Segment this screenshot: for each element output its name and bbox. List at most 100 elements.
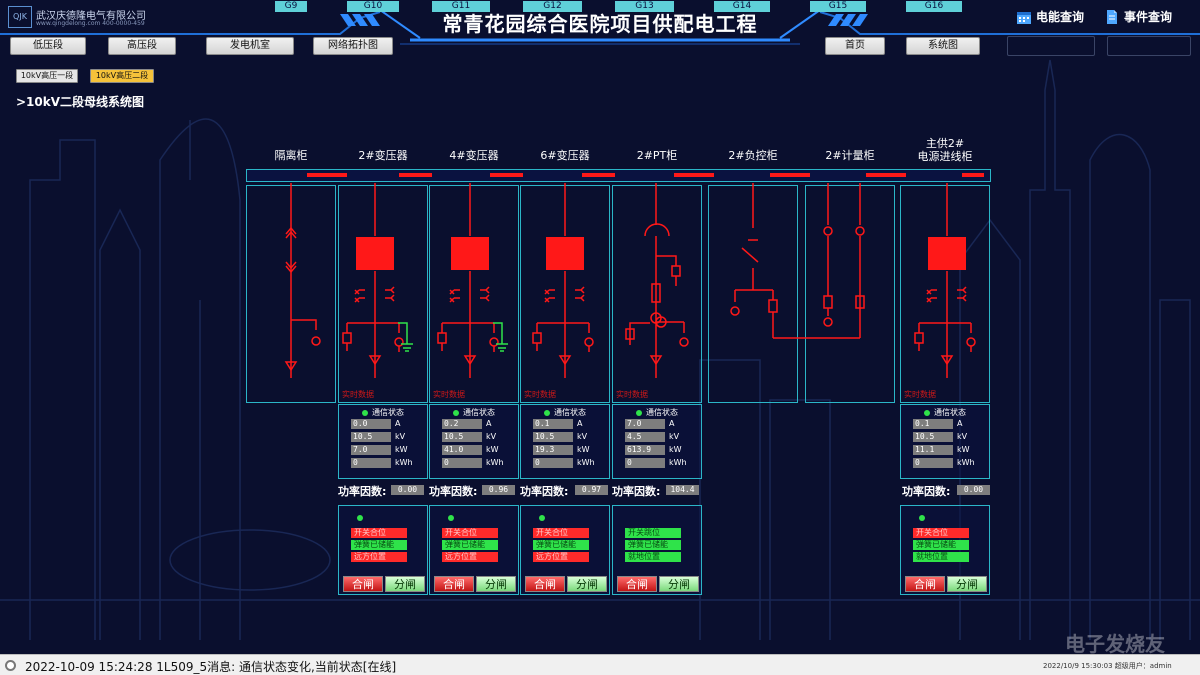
comm-status: 通信状态 (430, 407, 518, 418)
comm-status: 通信状态 (339, 407, 427, 418)
cabinet-panel-g14 (708, 185, 798, 403)
busbar-live (490, 173, 523, 177)
power-factor-value-g13: 104.4 (666, 485, 699, 495)
unit: kV (577, 432, 588, 441)
position-state: 远方位置 (351, 552, 407, 562)
segment-tab-1[interactable]: 10kV高压一段 (16, 69, 78, 83)
switch-state: 开关跳位 (625, 528, 681, 538)
unit: kV (957, 432, 968, 441)
voltage-value: 10.5 (351, 432, 391, 442)
status-led (362, 409, 368, 416)
spring-state: 弹簧已储能 (442, 540, 498, 550)
nav-high-voltage[interactable]: 高压段 (108, 37, 176, 55)
unit: kWh (669, 458, 687, 467)
spring-state: 弹簧已储能 (625, 540, 681, 550)
system-diagram-title: >10kV二段母线系统图 (16, 95, 145, 109)
power-value: 41.0 (442, 445, 482, 455)
realtime-label-g11: 实时数据 (433, 390, 465, 399)
busbar-live (399, 173, 432, 177)
current-value: 7.0 (625, 419, 665, 429)
busbar-live (582, 173, 615, 177)
unit: A (577, 419, 583, 428)
cabinet-panel-g10 (338, 185, 428, 403)
unit: A (957, 419, 963, 428)
realtime-label-g10: 实时数据 (342, 390, 374, 399)
nav-generator-room[interactable]: 发电机室 (206, 37, 294, 55)
cabinet-tag-g10: G10 (347, 1, 399, 12)
close-button[interactable]: 合闸 (434, 576, 474, 592)
open-button[interactable]: 分闸 (659, 576, 699, 592)
power-value: 19.3 (533, 445, 573, 455)
close-button[interactable]: 合闸 (343, 576, 383, 592)
position-state: 就地位置 (913, 552, 969, 562)
cabinet-tag-g13: G13 (615, 1, 674, 12)
document-icon (1107, 9, 1117, 24)
power-factor-value-g16: 0.00 (957, 485, 990, 495)
status-led (544, 409, 550, 416)
cabinet-tag-g14: G14 (714, 1, 770, 12)
energy-value: 0 (533, 458, 573, 468)
nav-empty-slot (1007, 36, 1095, 56)
nav-low-voltage[interactable]: 低压段 (10, 37, 86, 55)
open-button[interactable]: 分闸 (385, 576, 425, 592)
realtime-label-g12: 实时数据 (524, 390, 556, 399)
close-button[interactable]: 合闸 (525, 576, 565, 592)
unit: A (395, 419, 401, 428)
status-right-info: 2022/10/9 15:30:03 超级用户：admin (1043, 662, 1172, 670)
cabinet-name-g13: 2#PT柜 (636, 149, 678, 162)
segment-tab-2[interactable]: 10kV高压二段 (90, 69, 154, 83)
power-factor-label: 功率因数: (338, 485, 387, 498)
nav-network-topology[interactable]: 网络拓扑图 (313, 37, 393, 55)
status-led (539, 515, 545, 521)
event-query-link[interactable]: 事件查询 (1104, 8, 1172, 25)
current-value: 0.0 (351, 419, 391, 429)
meter-panel-g13: 通信状态 7.0 A 4.5 kV 613.9 kW 0 kWh (612, 404, 702, 479)
switch-state: 开关合位 (533, 528, 589, 538)
energy-value: 0 (913, 458, 953, 468)
power-value: 7.0 (351, 445, 391, 455)
open-button[interactable]: 分闸 (476, 576, 516, 592)
nav-home[interactable]: 首页 (825, 37, 885, 55)
event-query-label: 事件查询 (1124, 10, 1173, 24)
switch-state: 开关合位 (442, 528, 498, 538)
watermark-logo: 电子发烧友 (1065, 632, 1165, 656)
calendar-icon (1017, 11, 1031, 24)
power-value: 11.1 (913, 445, 953, 455)
open-button[interactable]: 分闸 (567, 576, 607, 592)
status-led (636, 409, 642, 416)
cabinet-name-g9: 隔离柜 (274, 149, 308, 162)
comm-status: 通信状态 (521, 407, 609, 418)
close-button[interactable]: 合闸 (905, 576, 945, 592)
open-button[interactable]: 分闸 (947, 576, 987, 592)
energy-value: 0 (625, 458, 665, 468)
close-button[interactable]: 合闸 (617, 576, 657, 592)
power-factor-label: 功率因数: (902, 485, 951, 498)
power-factor-label: 功率因数: (429, 485, 478, 498)
unit: kW (486, 445, 499, 454)
busbar-live (674, 173, 714, 177)
cabinet-panel-g13 (612, 185, 702, 403)
power-factor-value-g11: 0.96 (482, 485, 515, 495)
control-panel-g11: 开关合位 弹簧已储能 远方位置 合闸 分闸 (429, 505, 519, 595)
current-value: 0.1 (913, 419, 953, 429)
cabinet-panel-g16 (900, 185, 990, 403)
cabinet-panel-g9 (246, 185, 336, 403)
energy-query-link[interactable]: 电能查询 (1016, 8, 1084, 25)
cabinet-panel-g11 (429, 185, 519, 403)
status-led (357, 515, 363, 521)
status-led (924, 409, 930, 416)
unit: kW (957, 445, 970, 454)
power-factor-value-g10: 0.00 (391, 485, 424, 495)
cabinet-tag-g12: G12 (523, 1, 582, 12)
spring-state: 弹簧已储能 (533, 540, 589, 550)
nav-system-diagram[interactable]: 系统图 (906, 37, 980, 55)
position-state: 远方位置 (442, 552, 498, 562)
unit: kW (669, 445, 682, 454)
power-factor-label: 功率因数: (612, 485, 661, 498)
control-panel-g16: 开关合位 弹簧已储能 就地位置 合闸 分闸 (900, 505, 990, 595)
voltage-value: 10.5 (913, 432, 953, 442)
meter-panel-g12: 通信状态 0.1 A 10.5 kV 19.3 kW 0 kWh (520, 404, 610, 479)
cabinet-tag-g16: G16 (906, 1, 962, 12)
current-value: 0.1 (533, 419, 573, 429)
voltage-value: 4.5 (625, 432, 665, 442)
